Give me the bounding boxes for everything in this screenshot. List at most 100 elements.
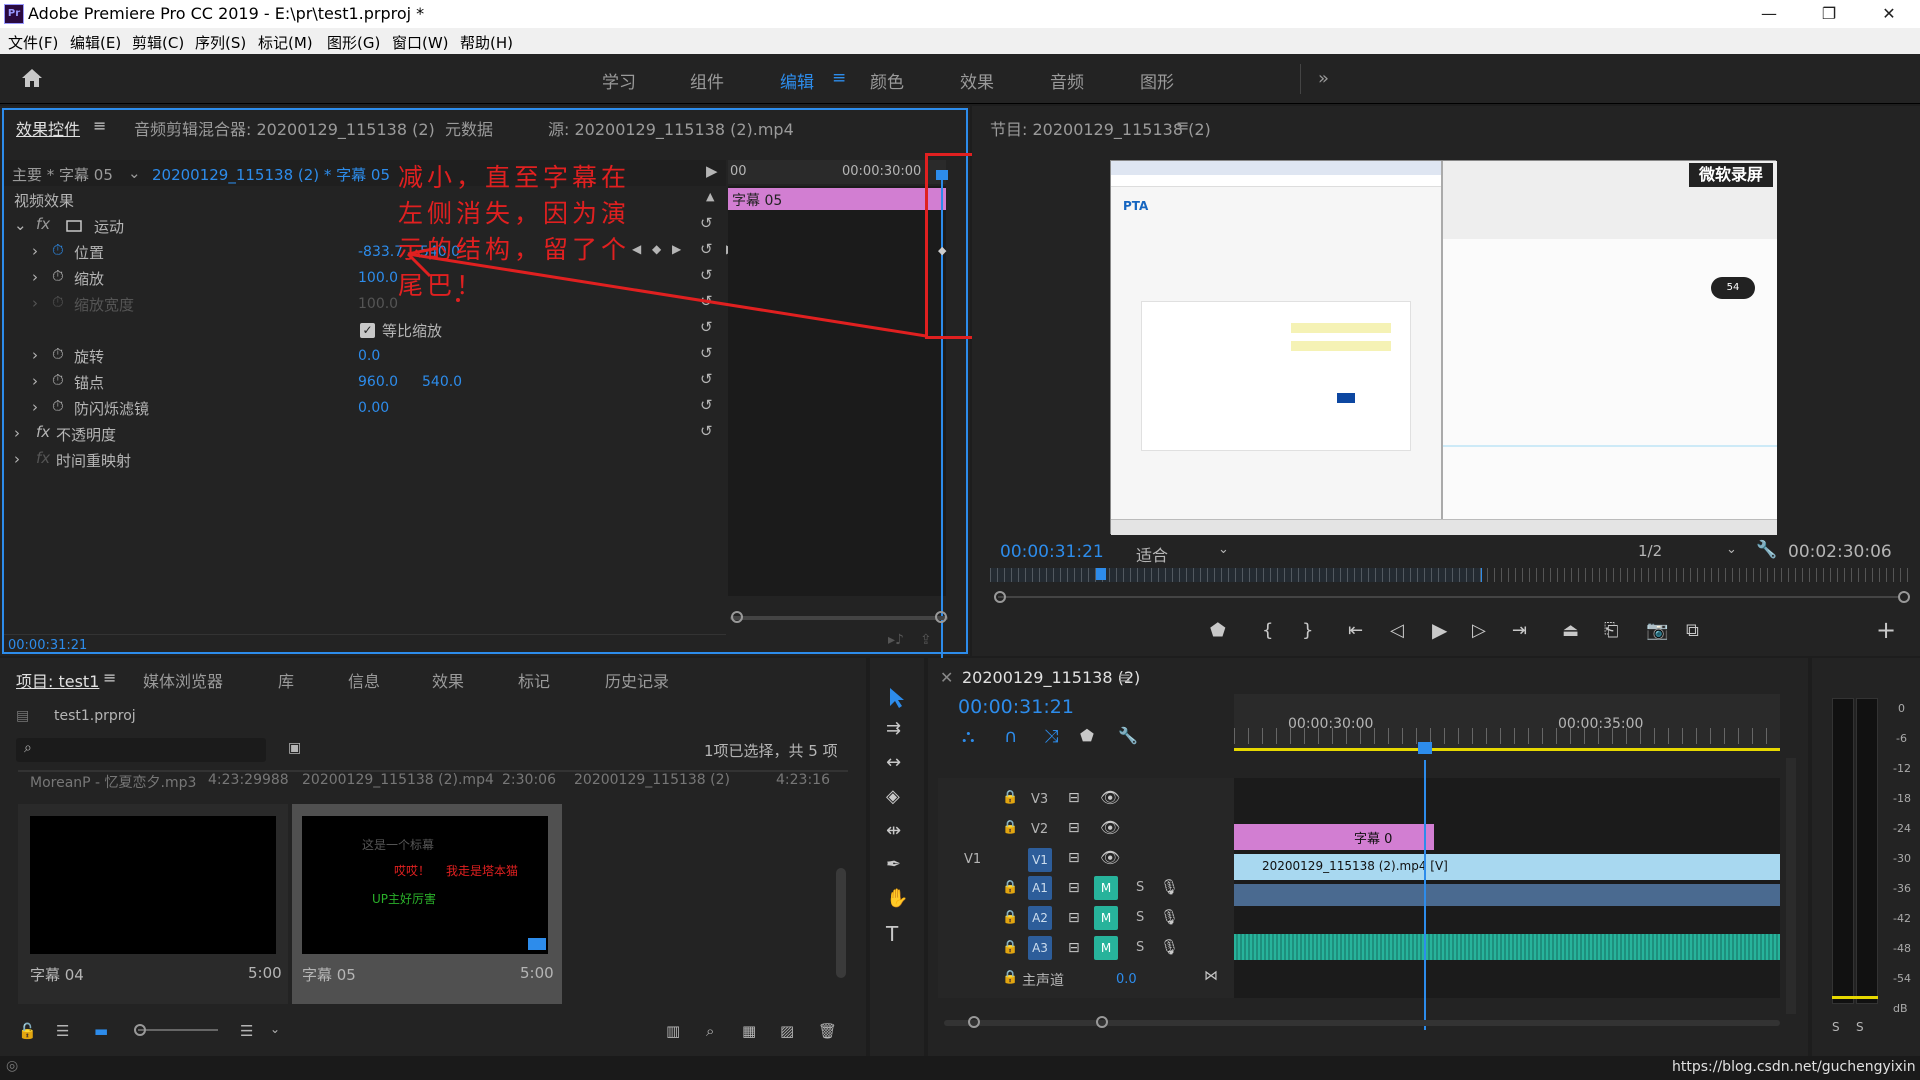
export-icon[interactable]: ⇪	[920, 632, 932, 648]
track-target[interactable]: A3	[1028, 936, 1052, 960]
hand-icon[interactable]: ✋	[886, 888, 908, 909]
mute-button[interactable]: M	[1094, 936, 1118, 960]
workspace-color[interactable]: 颜色	[870, 68, 904, 93]
rotation-value[interactable]: 0.0	[358, 348, 380, 364]
playhead-handle[interactable]	[1418, 742, 1432, 754]
menu-file[interactable]: 文件(F)	[8, 32, 58, 53]
panel-menu-icon[interactable]: ≡	[1118, 668, 1131, 687]
clip-video[interactable]: 20200129_115138 (2).mp4 [V]	[1234, 854, 1780, 880]
snap-icon[interactable]: ∩	[1004, 726, 1017, 747]
expand-icon[interactable]: ›	[14, 450, 20, 468]
source-patch-label[interactable]: V1	[964, 852, 981, 867]
solo-button[interactable]: S	[1136, 910, 1144, 925]
close-icon[interactable]: ✕	[940, 668, 953, 687]
slip-icon[interactable]: ⇹	[886, 820, 901, 841]
tab-effects[interactable]: 效果	[432, 668, 464, 692]
expand-icon[interactable]: ›	[14, 424, 20, 442]
fx-icon[interactable]: fx	[36, 423, 50, 441]
ripple-edit-icon[interactable]: ↔	[886, 752, 901, 773]
solo-button[interactable]: S	[1136, 880, 1144, 895]
solo-button[interactable]: S	[1136, 940, 1144, 955]
reset-icon[interactable]: ↺	[700, 370, 713, 388]
linked-selection-icon[interactable]: ⤨	[1044, 726, 1058, 747]
reset-icon[interactable]: ↺	[700, 344, 713, 362]
reset-icon[interactable]: ↺	[700, 396, 713, 414]
automate-icon[interactable]: ▥	[666, 1022, 680, 1040]
pen-icon[interactable]: ✒	[886, 854, 901, 875]
sync-lock-icon[interactable]: ⊟	[1068, 880, 1080, 896]
clip-title[interactable]: 字幕 0	[1234, 824, 1434, 850]
selection-tool-icon[interactable]	[886, 686, 908, 710]
track-target[interactable]: V1	[1028, 848, 1052, 872]
tab-markers[interactable]: 标记	[518, 668, 550, 692]
workspace-menu-icon[interactable]: ≡	[832, 68, 846, 88]
stopwatch-icon[interactable]: ⏱	[52, 241, 64, 259]
scale-value[interactable]: 100.0	[358, 270, 398, 286]
collapse-icon[interactable]: ▲	[706, 190, 714, 203]
master-volume-value[interactable]: 0.0	[1116, 972, 1137, 987]
anchor-x-value[interactable]: 960.0	[358, 374, 398, 390]
minimize-icon[interactable]: —	[1746, 0, 1792, 28]
chevron-down-icon[interactable]: ⌄	[128, 164, 141, 182]
workspace-assembly[interactable]: 组件	[690, 68, 724, 93]
zoom-slider-handle[interactable]	[134, 1024, 146, 1036]
scroll-handle-right[interactable]	[1096, 1016, 1108, 1028]
mark-out-icon[interactable]: }	[1302, 620, 1313, 641]
lock-icon[interactable]: 🔒	[1002, 880, 1018, 895]
timeline-timecode[interactable]: 00:00:31:21	[958, 696, 1074, 718]
step-forward-icon[interactable]: ▷	[1472, 620, 1486, 641]
reset-icon[interactable]: ↺	[700, 422, 713, 440]
workspace-effects[interactable]: 效果	[960, 68, 994, 93]
compare-icon[interactable]: ⧉	[1686, 620, 1699, 641]
fit-dropdown[interactable]: 适合	[1136, 542, 1168, 566]
sync-lock-icon[interactable]: ⊟	[1068, 940, 1080, 956]
step-back-icon[interactable]: ◁	[1390, 620, 1404, 641]
scroll-handle-left[interactable]	[968, 1016, 980, 1028]
transform-icon[interactable]	[64, 219, 84, 233]
add-marker-icon[interactable]: ⬟	[1080, 726, 1094, 745]
sync-lock-icon[interactable]: ⊟	[1068, 820, 1080, 836]
lock-icon[interactable]: 🔒	[1002, 820, 1018, 835]
work-area-bar[interactable]	[1234, 748, 1780, 751]
tab-menu-icon[interactable]: ≡	[93, 116, 106, 135]
stopwatch-icon[interactable]: ⏱	[52, 397, 64, 415]
mic-icon[interactable]: 🎙	[1160, 908, 1179, 926]
sync-lock-icon[interactable]: ⊟	[1068, 910, 1080, 926]
program-playhead[interactable]	[1096, 568, 1106, 580]
preview-frame[interactable]: PTA 微软录屏 54	[1110, 160, 1777, 535]
eye-icon[interactable]: 👁	[1100, 788, 1120, 807]
go-to-out-icon[interactable]: ⇥	[1512, 620, 1527, 641]
lock-icon[interactable]: 🔒	[1002, 940, 1018, 955]
tab-source[interactable]: 源: 20200129_115138 (2).mp4	[548, 116, 794, 140]
zoom-handle-right[interactable]	[1898, 591, 1910, 603]
play-icon[interactable]: ▶	[1432, 618, 1447, 642]
effect-controls-timecode[interactable]: 00:00:31:21	[8, 638, 87, 653]
add-button-icon[interactable]: +	[1876, 616, 1896, 644]
menu-sequence[interactable]: 序列(S)	[195, 32, 246, 53]
add-marker-icon[interactable]: ⬟	[1210, 620, 1226, 641]
track-target[interactable]: A1	[1028, 876, 1052, 900]
tab-metadata[interactable]: 元数据	[445, 116, 493, 140]
scroll-handle-right[interactable]	[935, 611, 947, 623]
tab-project[interactable]: 项目: test1	[16, 668, 99, 692]
track-label[interactable]: V3	[1031, 792, 1048, 807]
menu-help[interactable]: 帮助(H)	[460, 32, 513, 53]
more-workspaces-icon[interactable]: »	[1318, 68, 1329, 89]
expand-icon[interactable]: ›	[32, 398, 38, 416]
uniform-scale-checkbox[interactable]: ✓	[360, 323, 375, 338]
stopwatch-icon[interactable]: ⏱	[52, 345, 64, 363]
track-target[interactable]: A2	[1028, 906, 1052, 930]
anchor-y-value[interactable]: 540.0	[422, 374, 462, 390]
razor-icon[interactable]: ◈	[886, 786, 900, 807]
chevron-down-icon[interactable]: ⌄	[1218, 542, 1229, 557]
tab-media-browser[interactable]: 媒体浏览器	[143, 668, 223, 692]
stopwatch-icon[interactable]: ⏱	[52, 267, 64, 285]
program-timecode[interactable]: 00:00:31:21	[1000, 542, 1104, 562]
mini-clip[interactable]: 字幕 05	[728, 188, 946, 210]
play-only-audio-icon[interactable]: ▸♪	[888, 632, 904, 648]
track-label[interactable]: V2	[1031, 822, 1048, 837]
wrench-icon[interactable]: 🔧	[1118, 726, 1138, 745]
lock-icon[interactable]: 🔒	[1002, 790, 1018, 805]
extract-icon[interactable]: ⎗	[1604, 620, 1618, 641]
maximize-icon[interactable]: ❐	[1806, 0, 1852, 28]
